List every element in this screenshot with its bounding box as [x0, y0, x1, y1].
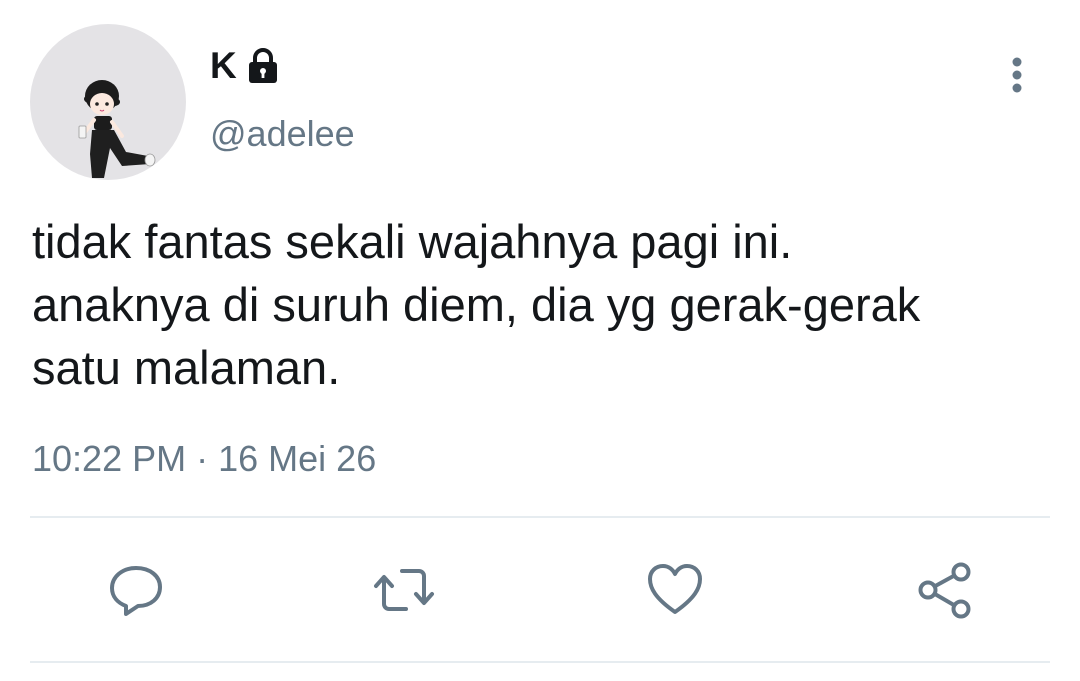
tweet-timestamp[interactable]: 10:22 PM · 16 Mei 26	[32, 436, 376, 482]
avatar-illustration	[78, 80, 156, 178]
retweet-button[interactable]	[372, 558, 436, 622]
like-button[interactable]	[643, 558, 707, 622]
tweet-time: 10:22 PM	[32, 438, 187, 479]
meta-separator: ·	[196, 438, 209, 479]
tweet-text-line: tidak fantas sekali wajahnya pagi ini.	[32, 215, 793, 268]
share-button[interactable]	[912, 558, 976, 622]
username-handle[interactable]: @adelee	[210, 112, 355, 156]
share-icon	[918, 562, 971, 619]
avatar[interactable]	[30, 24, 186, 180]
display-name[interactable]: K	[210, 44, 283, 88]
display-name-text: K	[210, 45, 237, 86]
reply-icon	[110, 566, 162, 616]
tweet-text: tidak fantas sekali wajahnya pagi ini. a…	[32, 210, 1052, 399]
tweet-text-line: anaknya di suruh diem, dia yg gerak-gera…	[32, 278, 921, 331]
retweet-icon	[374, 569, 434, 611]
more-vertical-icon[interactable]	[1002, 56, 1032, 96]
bottom-divider	[30, 661, 1050, 663]
tweet-text-line: satu malaman.	[32, 341, 341, 394]
divider	[30, 516, 1050, 518]
lock-icon	[243, 46, 283, 86]
tweet-date: 16 Mei 26	[218, 438, 377, 479]
reply-button[interactable]	[104, 558, 168, 622]
heart-icon	[648, 564, 702, 614]
